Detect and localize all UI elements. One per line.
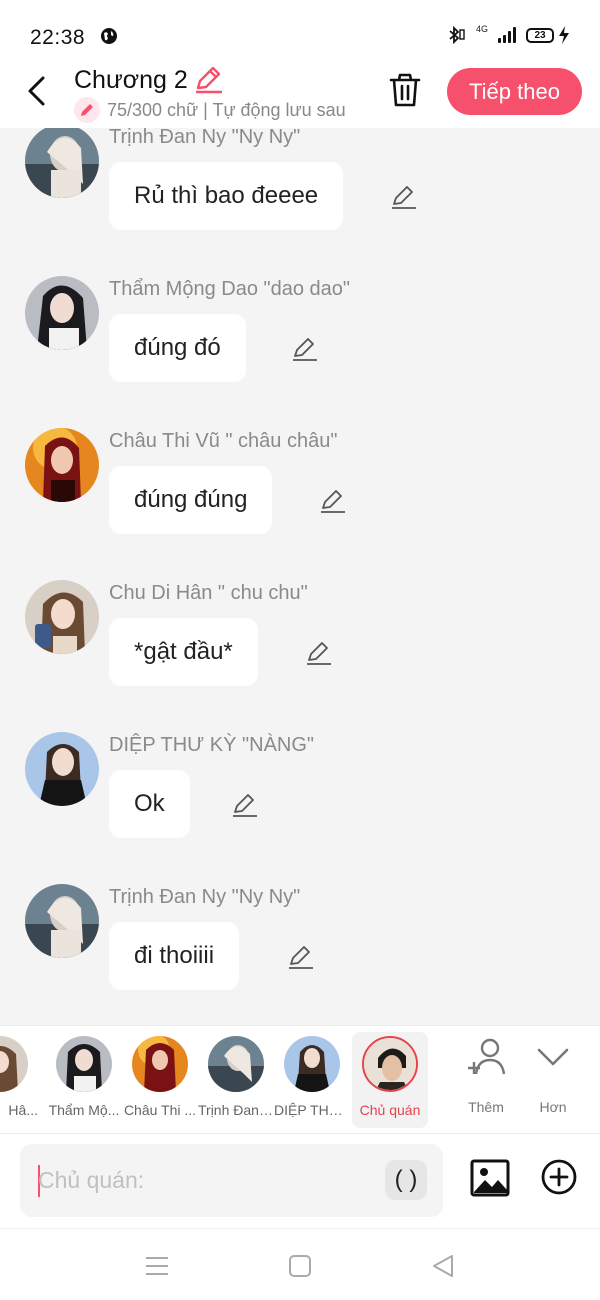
- home-icon[interactable]: [285, 1251, 315, 1281]
- edit-message-icon[interactable]: [232, 792, 258, 818]
- avatar[interactable]: [25, 580, 99, 654]
- message-bubble[interactable]: đúng đúng: [109, 466, 273, 534]
- character-avatar: [362, 1036, 418, 1092]
- add-user-icon: [468, 1038, 506, 1075]
- message-input[interactable]: [38, 1144, 378, 1217]
- edit-message-icon[interactable]: [306, 640, 332, 666]
- more-label: Hơn: [539, 1099, 567, 1115]
- chat-message: Trịnh Đan Ny "Ny Ny" đi thoiiii: [0, 884, 600, 1024]
- character-label: Châu Thi ...: [123, 1102, 197, 1118]
- character-label: Trịnh Đan ...: [198, 1102, 274, 1118]
- character-avatar: [208, 1036, 264, 1092]
- chat-message: Thẩm Mộng Dao "dao dao" đúng đó: [0, 276, 600, 416]
- character-label: Hâ...: [8, 1102, 38, 1118]
- status-bar: 22:38 4G 23: [0, 0, 600, 60]
- signal-icon: [498, 27, 516, 43]
- character-label: Chủ quán: [359, 1102, 421, 1118]
- sender-name: Trịnh Đan Ny "Ny Ny": [109, 886, 301, 908]
- character-strip[interactable]: Hâ... Thẩm Mộ... Châu Thi ... Trịnh Đan …: [0, 1025, 600, 1133]
- input-area: ( ): [0, 1133, 600, 1228]
- edit-message-icon[interactable]: [391, 184, 417, 210]
- image-icon[interactable]: [470, 1158, 510, 1198]
- sender-name: Trịnh Đan Ny "Ny Ny": [109, 128, 301, 148]
- sender-name: Thẩm Mộng Dao "dao dao": [109, 278, 351, 300]
- more-button[interactable]: Hơn: [523, 1036, 583, 1126]
- charging-icon: [559, 26, 569, 44]
- back-arrow-icon[interactable]: [24, 74, 50, 108]
- sender-name: Chu Di Hân " chu chu": [109, 582, 308, 604]
- chat-list[interactable]: Trịnh Đan Ny "Ny Ny" Rủ thì bao đeeee Th…: [0, 128, 600, 1025]
- message-bubble[interactable]: Ok: [109, 770, 190, 838]
- add-circle-icon[interactable]: [540, 1158, 578, 1196]
- menu-icon[interactable]: [142, 1251, 172, 1281]
- battery-icon: 23: [526, 27, 554, 43]
- chapter-title: Chương 2: [74, 66, 188, 94]
- avatar[interactable]: [25, 428, 99, 502]
- message-input-box[interactable]: ( ): [20, 1144, 443, 1217]
- character-chip[interactable]: Trịnh Đan ...: [198, 1026, 274, 1134]
- character-chip[interactable]: Hâ...: [0, 1026, 38, 1134]
- back-nav-icon[interactable]: [428, 1251, 458, 1281]
- avatar[interactable]: [25, 884, 99, 958]
- sender-name: DIỆP THƯ KỲ "NÀNG": [109, 734, 315, 756]
- character-chip-active[interactable]: Chủ quán: [352, 1032, 428, 1128]
- sender-name: Châu Thi Vũ " châu châu": [109, 430, 338, 452]
- character-chip[interactable]: DIỆP THƯ ...: [274, 1026, 350, 1134]
- network-label: 4G: [475, 24, 488, 34]
- next-button[interactable]: Tiếp theo: [447, 68, 582, 115]
- chat-message: Trịnh Đan Ny "Ny Ny" Rủ thì bao đeeee: [0, 128, 600, 264]
- character-avatar: [0, 1036, 28, 1092]
- edit-message-icon[interactable]: [288, 944, 314, 970]
- pencil-badge-icon: [74, 97, 100, 123]
- status-time: 22:38: [30, 26, 86, 49]
- chevron-down-icon: [537, 1048, 569, 1066]
- character-chip[interactable]: Châu Thi ...: [122, 1026, 198, 1134]
- bluetooth-icon: [449, 26, 465, 44]
- chat-message: DIỆP THƯ KỲ "NÀNG" Ok: [0, 732, 600, 872]
- avatar[interactable]: [25, 276, 99, 350]
- trash-icon[interactable]: [388, 72, 422, 108]
- message-bubble[interactable]: đi thoiiii: [109, 922, 240, 990]
- add-character-button[interactable]: Thêm: [456, 1036, 516, 1126]
- character-avatar: [132, 1036, 188, 1092]
- character-avatar: [284, 1036, 340, 1092]
- chat-message: Châu Thi Vũ " châu châu" đúng đúng: [0, 428, 600, 568]
- globe-icon: [101, 28, 117, 44]
- message-bubble[interactable]: *gật đầu*: [109, 618, 258, 686]
- status-icons: 4G 23: [446, 24, 570, 44]
- word-count-status: 75/300 chữ | Tự động lưu sau: [107, 100, 346, 120]
- edit-message-icon[interactable]: [320, 488, 346, 514]
- character-avatar: [56, 1036, 112, 1092]
- message-bubble[interactable]: đúng đó: [109, 314, 246, 382]
- chat-message: Chu Di Hân " chu chu" *gật đầu*: [0, 580, 600, 720]
- edit-title-icon[interactable]: [194, 66, 224, 94]
- edit-message-icon[interactable]: [292, 336, 318, 362]
- header: Chương 2 75/300 chữ | Tự động lưu sau Ti…: [0, 60, 600, 128]
- character-label: Thẩm Mộ...: [48, 1102, 120, 1118]
- avatar[interactable]: [25, 732, 99, 806]
- add-character-label: Thêm: [468, 1099, 504, 1115]
- message-bubble[interactable]: Rủ thì bao đeeee: [109, 162, 344, 230]
- avatar[interactable]: [25, 128, 99, 198]
- system-nav-bar: [0, 1228, 600, 1300]
- action-paren-button[interactable]: ( ): [385, 1160, 427, 1200]
- character-chip[interactable]: Thẩm Mộ...: [46, 1026, 122, 1134]
- character-label: DIỆP THƯ ...: [274, 1102, 350, 1118]
